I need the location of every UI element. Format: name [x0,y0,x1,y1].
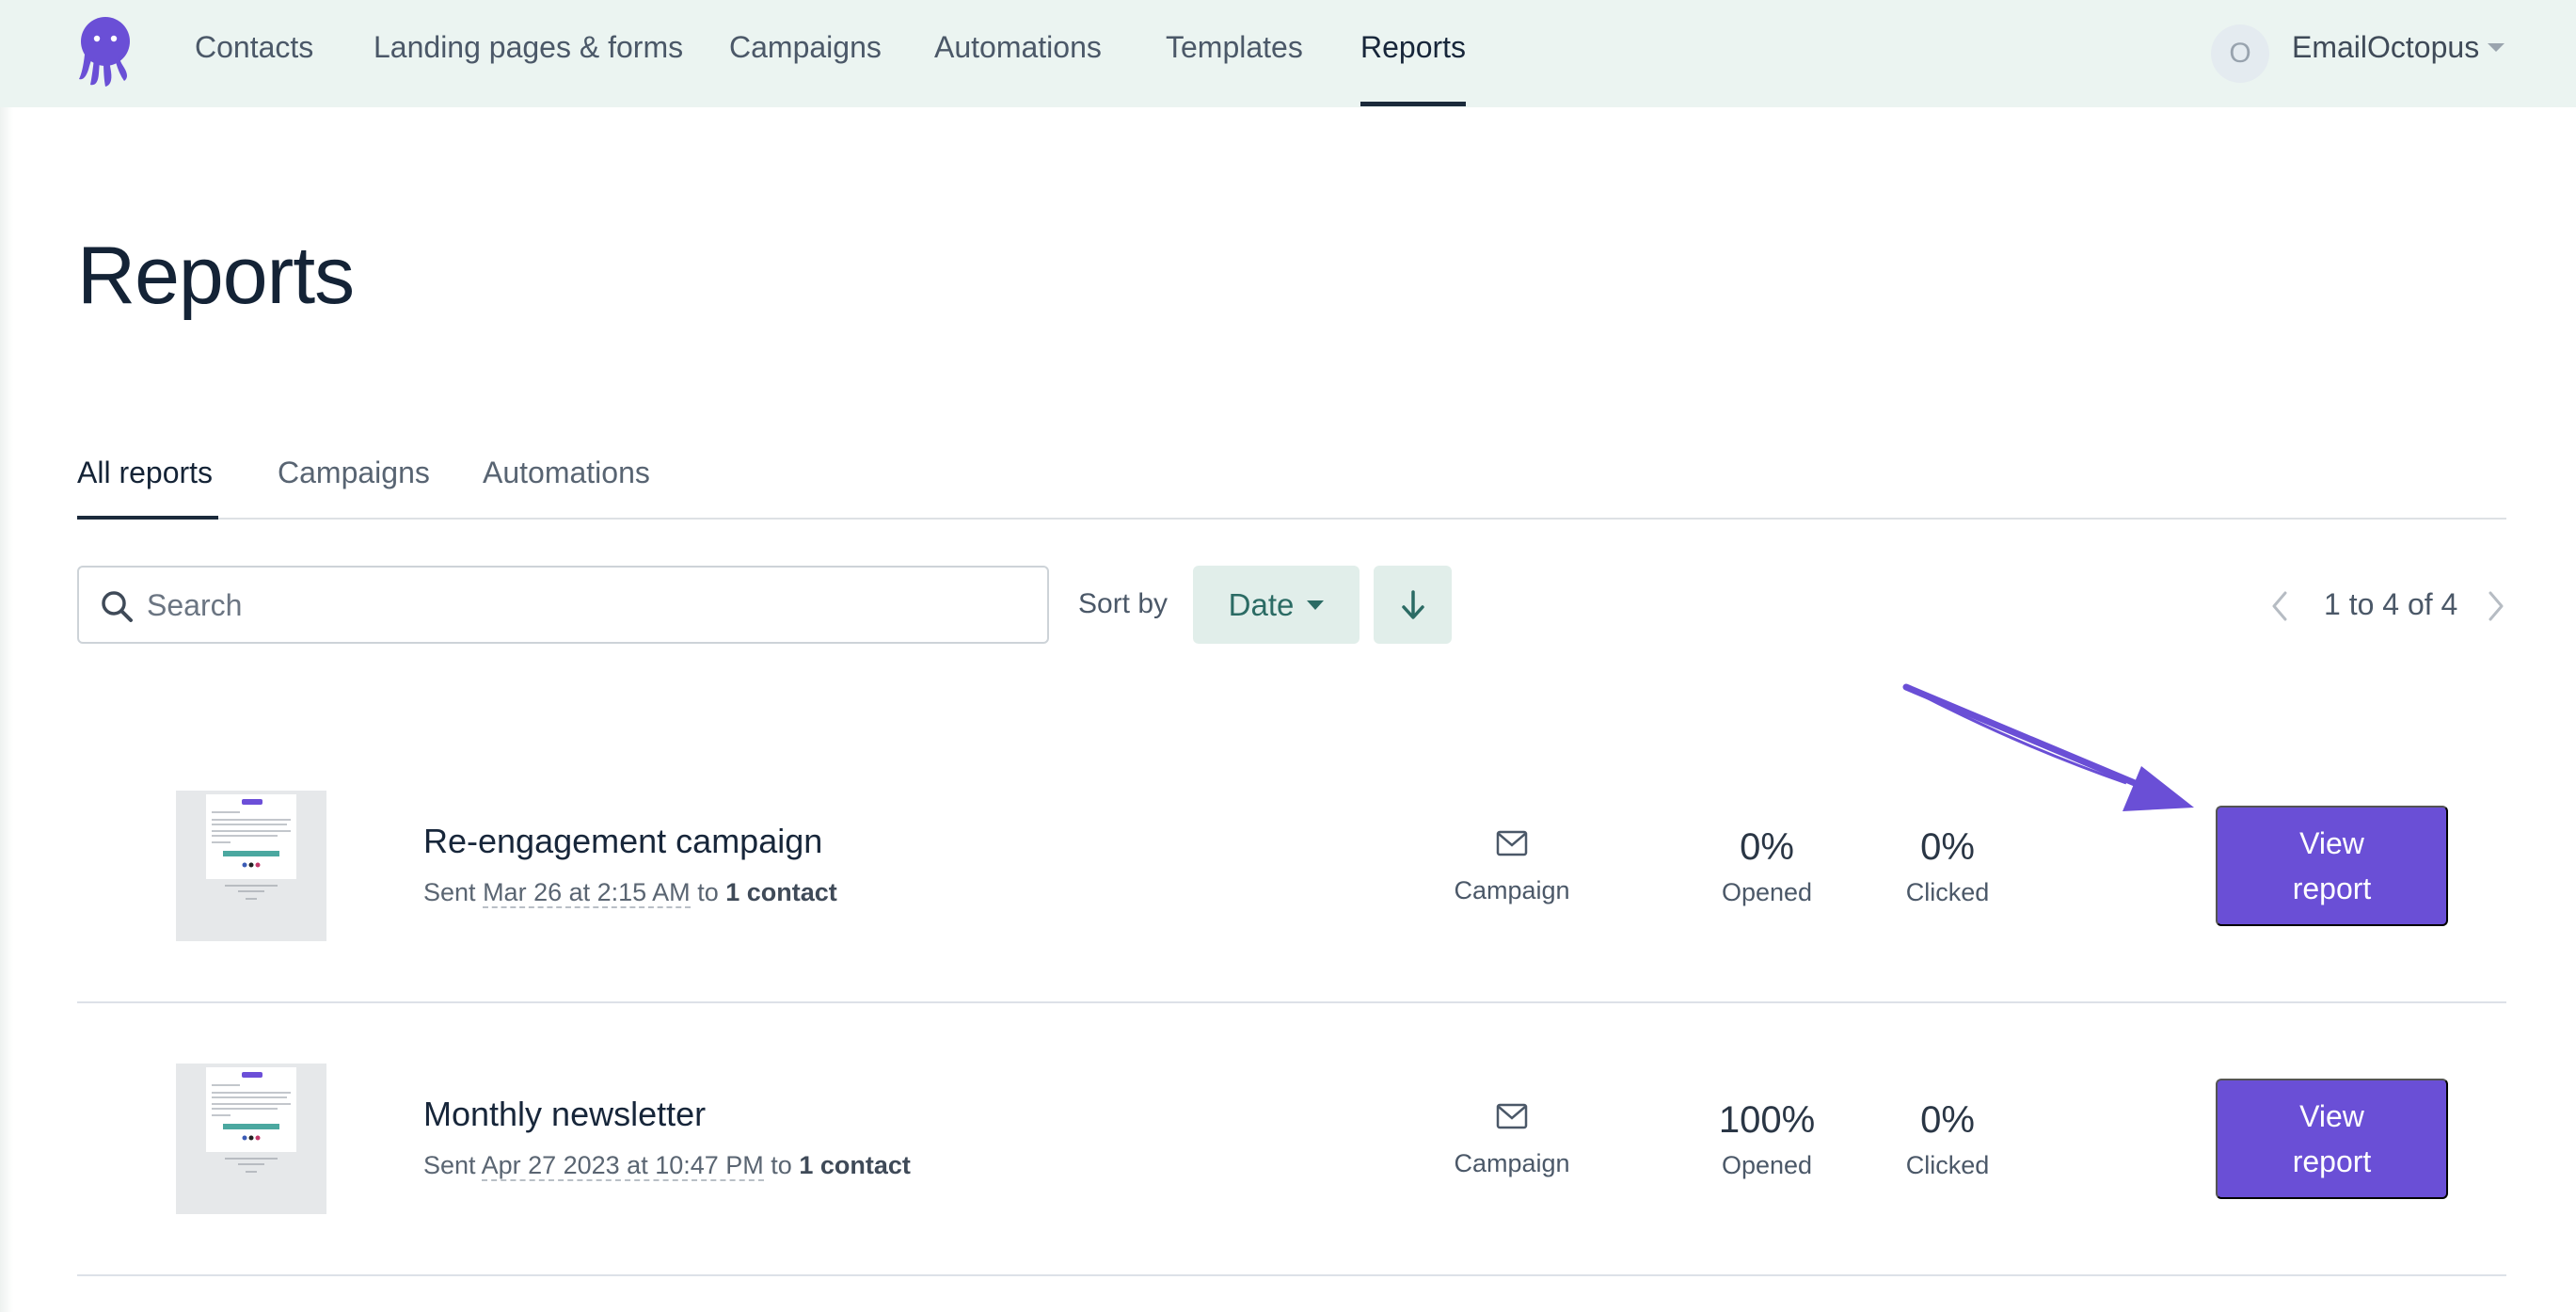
report-title[interactable]: Monthly newsletter [423,1092,706,1137]
recipient-count: 1 contact [799,1151,911,1179]
clicked-rate: 0% [1920,1099,1975,1141]
clicked-label: Clicked [1905,1151,1990,1179]
nav-templates[interactable]: Templates [1166,26,1303,68]
page-title: Reports [77,231,355,321]
avatar[interactable]: O [2211,24,2269,83]
chevron-left-icon[interactable] [2266,589,2294,623]
row-divider [77,1274,2506,1276]
report-type: Campaign [1454,1149,1570,1177]
recipient-count: 1 contact [725,878,837,906]
sort-select[interactable]: Date [1193,566,1360,644]
annotation-arrow-icon [1902,683,2194,811]
nav-reports[interactable]: Reports [1360,26,1466,68]
nav-campaigns[interactable]: Campaigns [729,26,882,68]
report-row: Monthly newsletter Sent Apr 27 2023 at 1… [77,1003,2506,1276]
nav-automations[interactable]: Automations [934,26,1102,68]
sort-select-value: Date [1228,586,1295,622]
envelope-icon [1496,830,1528,856]
top-navigation: Contacts Landing pages & forms Campaigns… [0,0,2576,107]
report-type: Campaign [1454,876,1570,904]
report-sent-info: Sent Mar 26 at 2:15 AM to 1 contact [423,878,837,908]
pagination-status: 1 to 4 of 4 [2324,587,2458,621]
search-icon [102,591,133,622]
chevron-right-icon[interactable] [2482,589,2510,623]
clicked-rate: 0% [1920,826,1975,868]
opened-label: Opened [1721,1151,1813,1179]
view-report-button[interactable]: View report [2216,806,2448,926]
view-report-button[interactable]: View report [2216,1079,2448,1199]
tab-all-reports[interactable]: All reports [77,452,213,493]
email-thumbnail[interactable] [176,791,326,941]
tab-campaigns[interactable]: Campaigns [278,452,430,493]
search-input[interactable] [147,575,1022,635]
opened-rate: 0% [1740,826,1794,868]
search-box[interactable] [77,566,1049,644]
report-title[interactable]: Re-engagement campaign [423,819,822,864]
tab-active-indicator [77,516,218,520]
sent-date: Mar 26 at 2:15 AM [483,878,691,908]
nav-contacts[interactable]: Contacts [195,26,313,68]
nav-active-indicator [1360,102,1466,106]
caret-down-icon [1307,600,1325,610]
octopus-logo-icon[interactable] [75,13,135,88]
social-icons-icon [242,1135,261,1141]
envelope-icon [1496,1103,1528,1129]
email-thumbnail[interactable] [176,1064,326,1214]
page-edge-shade [0,107,13,1312]
tabs-divider [77,518,2506,520]
opened-rate: 100% [1718,1099,1816,1141]
sort-label: Sort by [1078,588,1169,619]
clicked-label: Clicked [1905,878,1990,906]
sort-direction-button[interactable] [1374,566,1452,644]
report-sent-info: Sent Apr 27 2023 at 10:47 PM to 1 contac… [423,1151,911,1181]
opened-label: Opened [1721,878,1813,906]
arrow-down-icon [1401,589,1424,619]
social-icons-icon [242,862,261,868]
caret-down-icon[interactable] [2488,43,2504,52]
nav-landing-pages-forms[interactable]: Landing pages & forms [374,26,683,68]
account-menu-name[interactable]: EmailOctopus [2292,26,2479,68]
tab-automations[interactable]: Automations [483,452,650,493]
sent-date: Apr 27 2023 at 10:47 PM [481,1151,764,1181]
